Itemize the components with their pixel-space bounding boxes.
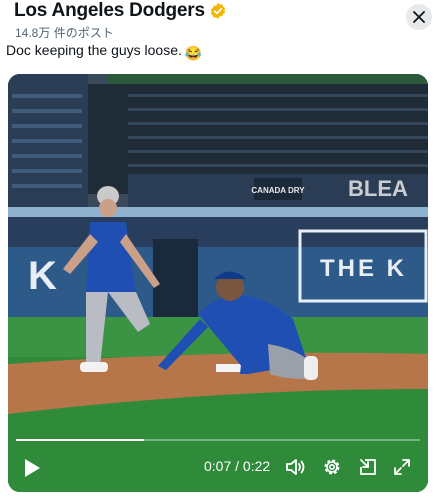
time-current: 0:07 — [204, 458, 232, 474]
time-separator: / — [231, 458, 243, 474]
gear-icon — [324, 459, 340, 475]
video-controls: 0:07 / 0:22 — [8, 442, 428, 492]
wall-sign-left: K — [28, 254, 57, 298]
video-time: 0:07 / 0:22 — [204, 458, 270, 474]
volume-button[interactable] — [284, 455, 308, 479]
banner-sign: BLEA — [348, 176, 408, 201]
picture-in-picture-button[interactable] — [356, 455, 380, 479]
video-player[interactable]: CANADA DRY BLEA K THE K 0:07 / 0:22 — [8, 74, 428, 492]
time-total: 0:22 — [242, 458, 271, 474]
settings-button[interactable] — [320, 455, 344, 479]
post-count: 14.8万 件のポスト — [15, 26, 114, 40]
verified-badge-icon — [210, 3, 225, 19]
wall-sign-right: THE K — [320, 255, 407, 282]
sponsor-sign: CANADA DRY — [251, 186, 305, 195]
fullscreen-button[interactable] — [390, 455, 414, 479]
video-progress-bar[interactable] — [16, 439, 420, 441]
account-name[interactable]: Los Angeles Dodgers — [14, 0, 205, 22]
close-icon — [413, 11, 425, 23]
fullscreen-icon — [394, 459, 410, 475]
volume-icon — [286, 459, 305, 475]
play-button[interactable] — [20, 456, 44, 480]
picture-in-picture-icon — [360, 459, 376, 475]
post-header: Los Angeles Dodgers — [14, 0, 227, 22]
play-icon — [25, 459, 40, 477]
post-text-body: Doc keeping the guys loose. — [6, 42, 182, 58]
video-progress-fill — [16, 439, 145, 441]
video-frame: CANADA DRY BLEA K THE K — [8, 74, 428, 492]
post-text: Doc keeping the guys loose. 😂 — [6, 42, 202, 62]
laughing-emoji: 😂 — [184, 45, 203, 61]
close-button[interactable] — [406, 4, 432, 30]
